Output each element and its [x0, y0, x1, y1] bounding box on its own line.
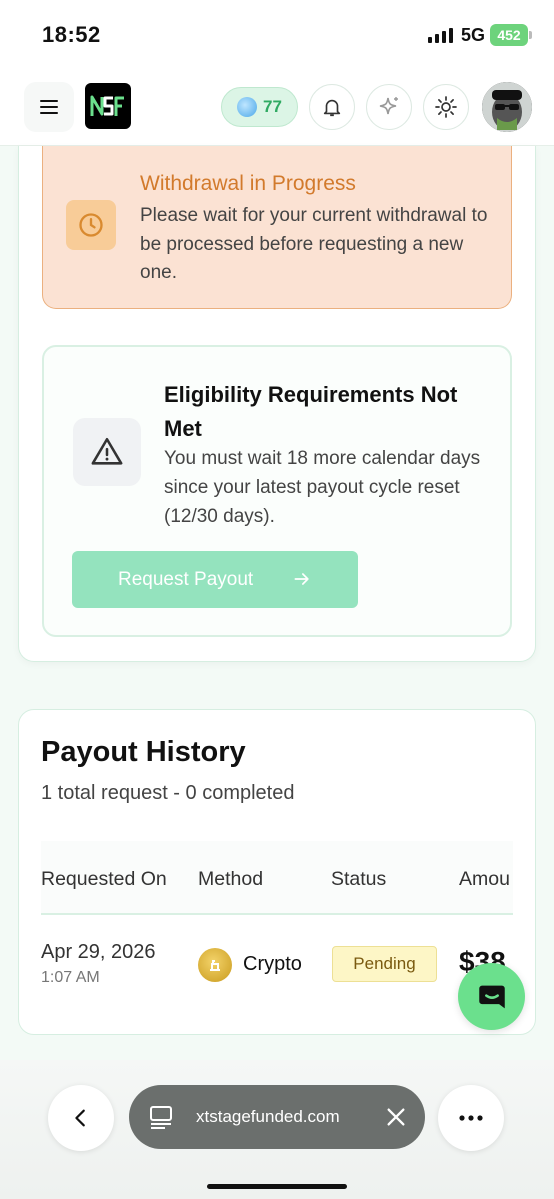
logo-mark-icon: [90, 95, 124, 116]
arrow-right-icon: [294, 573, 309, 585]
alert-text: Please wait for your current withdrawal …: [140, 205, 488, 283]
status-bar: 18:52 5G 452: [0, 0, 554, 70]
signal-icon: [428, 28, 453, 43]
more-dots-icon: [459, 1115, 483, 1121]
ai-sparkle-button[interactable]: [366, 84, 412, 130]
request-payout-button[interactable]: Request Payout: [72, 551, 358, 608]
logo[interactable]: [85, 83, 131, 129]
back-button[interactable]: [48, 1085, 114, 1151]
row-time: 1:07 AM: [41, 969, 100, 986]
avatar-image-icon: [482, 82, 532, 132]
column-header-method[interactable]: Method: [198, 868, 263, 891]
status-badge: Pending: [332, 946, 437, 982]
sparkle-icon: [379, 97, 398, 115]
request-payout-label: Request Payout: [118, 568, 254, 590]
sun-icon: [435, 96, 457, 118]
points-value: 77: [263, 97, 282, 116]
home-indicator: [207, 1184, 347, 1189]
crypto-coin-icon: [198, 948, 232, 982]
chat-icon: [478, 985, 505, 1008]
chat-support-button[interactable]: [458, 963, 525, 1030]
chevron-left-icon: [75, 1109, 85, 1127]
payout-history-title: Payout History: [41, 736, 246, 768]
eligibility-title: Eligibility Requirements Not Met: [164, 382, 458, 441]
avatar[interactable]: [482, 82, 532, 132]
table-header: Requested On Method Status Amou: [41, 841, 513, 915]
theme-toggle-button[interactable]: [423, 84, 469, 130]
notification-button[interactable]: [309, 84, 355, 130]
column-header-status[interactable]: Status: [331, 868, 386, 891]
tabs-icon[interactable]: [149, 1105, 175, 1129]
network-label: 5G: [461, 25, 486, 45]
close-icon[interactable]: [385, 1106, 407, 1128]
warning-icon: [73, 418, 141, 486]
bell-icon: [323, 99, 341, 117]
row-date: Apr 29, 2026: [41, 941, 156, 963]
clock-icon: [66, 200, 116, 250]
eligibility-text: You must wait 18 more calendar days sinc…: [164, 448, 481, 527]
alert-title: Withdrawal in Progress: [140, 172, 356, 195]
column-header-requested-on[interactable]: Requested On: [41, 868, 167, 891]
row-method: Crypto: [243, 953, 302, 975]
payout-history-subtitle: 1 total request - 0 completed: [41, 782, 295, 804]
url-text: xtstagefunded.com: [196, 1107, 340, 1126]
battery-icon: 452: [490, 24, 532, 46]
app-header: 77: [0, 70, 554, 146]
clock: 18:52: [42, 22, 101, 47]
more-options-button[interactable]: [438, 1085, 504, 1151]
menu-button[interactable]: [24, 82, 74, 132]
gem-icon: [237, 97, 258, 117]
points-badge[interactable]: 77: [221, 87, 298, 127]
column-header-amount[interactable]: Amou: [459, 868, 510, 891]
